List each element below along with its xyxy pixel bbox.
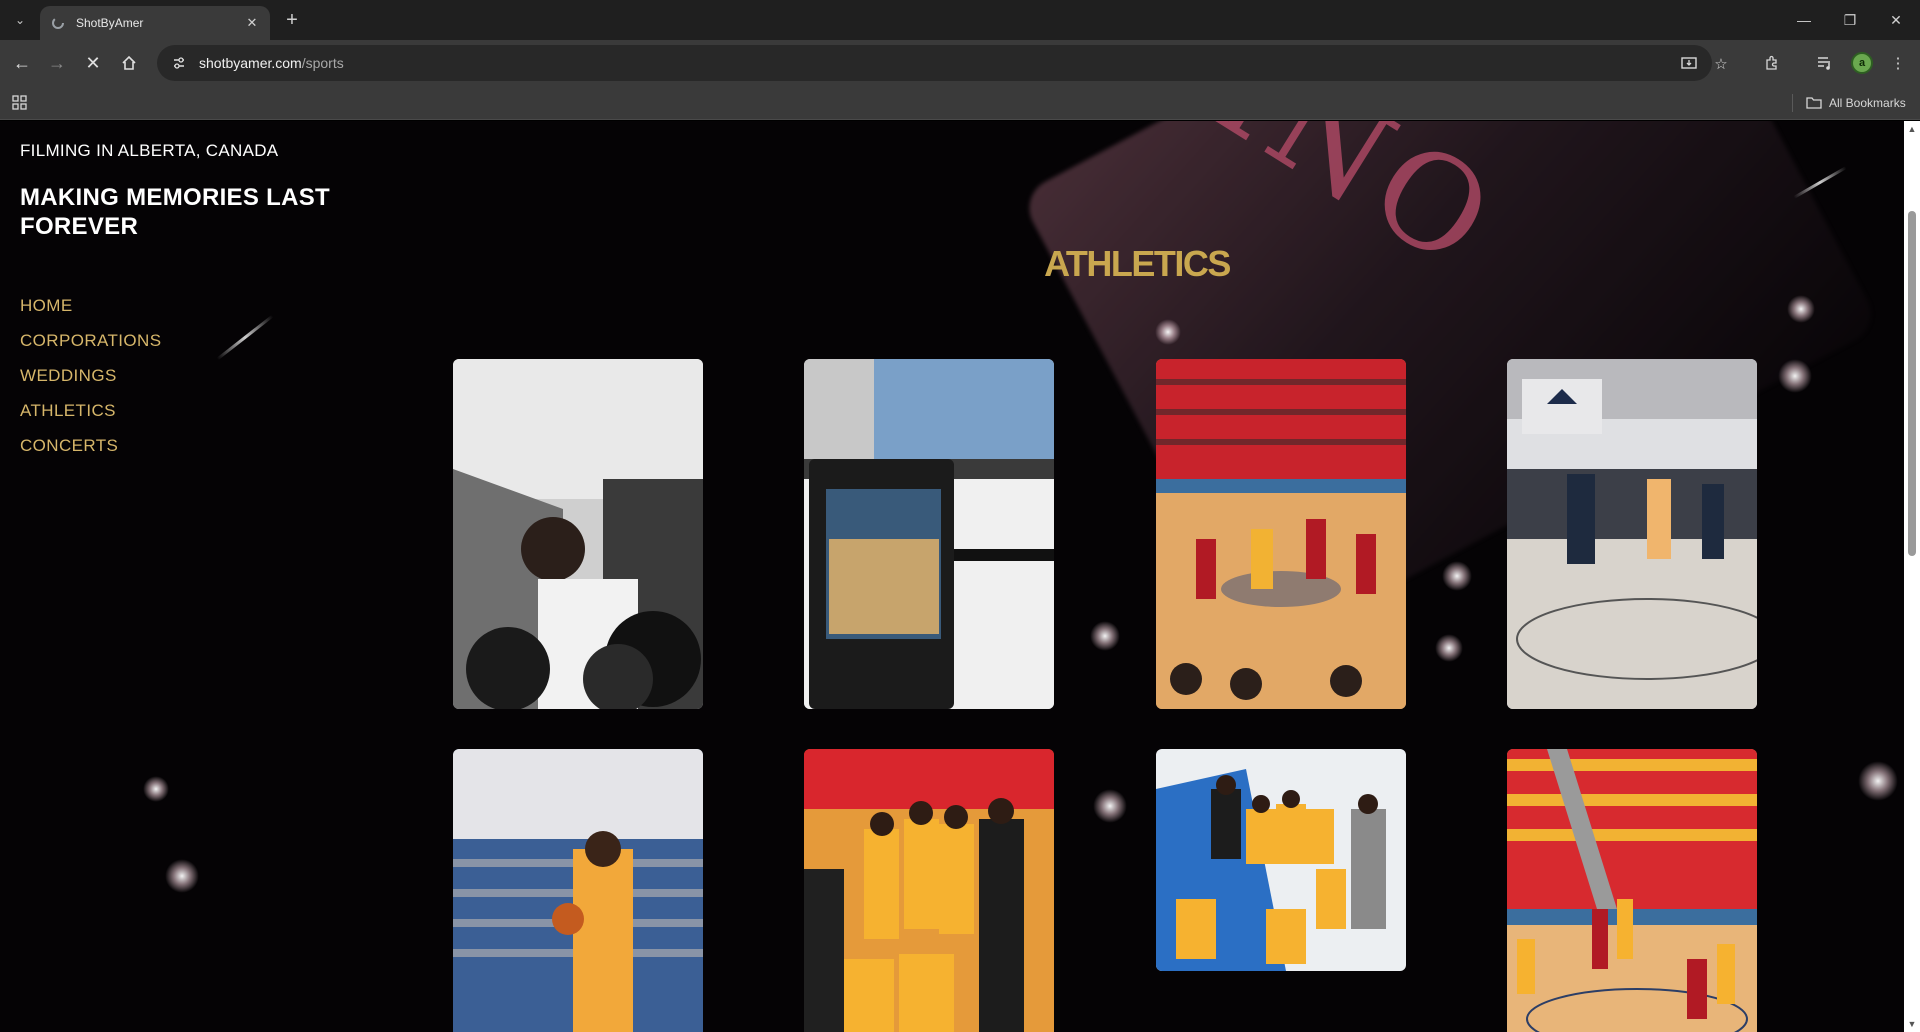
- gallery-photo-team-huddle-coach[interactable]: [804, 749, 1054, 1032]
- page-title: ATHLETICS: [1044, 243, 1231, 284]
- bokeh-light: [1858, 761, 1898, 801]
- gallery-photo-player-holding-ball[interactable]: [453, 749, 703, 1032]
- gallery-photo-basketball-game-red-seats[interactable]: [1156, 359, 1406, 709]
- close-window-button[interactable]: ✕: [1873, 0, 1919, 40]
- site-tagline: MAKING MEMORIES LAST FOREVER: [20, 184, 330, 240]
- gallery-photo-mount-royal-game[interactable]: [1507, 359, 1757, 709]
- restore-button[interactable]: ❐: [1827, 0, 1873, 40]
- address-bar[interactable]: shotbyamer.com/sports ☆: [157, 45, 1728, 81]
- scroll-up-arrow-icon[interactable]: ▲: [1907, 124, 1917, 134]
- site-nav: HOME CORPORATIONS WEDDINGS ATHLETICS CON…: [20, 296, 161, 471]
- bokeh-light: [1090, 621, 1120, 651]
- back-arrow-icon[interactable]: ←: [9, 50, 35, 76]
- tab-close-icon[interactable]: ✕: [244, 15, 260, 31]
- bookmark-star-icon[interactable]: ☆: [1712, 55, 1730, 73]
- all-bookmarks-button[interactable]: All Bookmarks: [1806, 94, 1906, 112]
- minimize-button[interactable]: —: [1781, 0, 1827, 40]
- install-app-icon[interactable]: [1680, 55, 1698, 73]
- nav-item-athletics[interactable]: ATHLETICS: [20, 401, 161, 436]
- tab-search-chevron-icon[interactable]: ⌄: [8, 8, 32, 32]
- gallery-photo-gym-athlete[interactable]: [453, 359, 703, 709]
- scrollbar-thumb[interactable]: [1908, 211, 1916, 556]
- scroll-down-arrow-icon[interactable]: ▼: [1907, 1019, 1917, 1029]
- browser-menu-icon[interactable]: ⋮: [1885, 50, 1911, 76]
- profile-avatar[interactable]: a: [1851, 52, 1873, 74]
- gallery-photo-laptop-editing[interactable]: [804, 359, 1054, 709]
- tab-title: ShotByAmer: [76, 16, 144, 30]
- site-info-icon[interactable]: [171, 55, 187, 71]
- media-controls-icon[interactable]: [1812, 50, 1838, 76]
- bokeh-light: [1778, 359, 1812, 393]
- bokeh-light: [165, 859, 199, 893]
- gallery-photo-team-huddle-overhead[interactable]: [1156, 749, 1406, 971]
- new-tab-button[interactable]: +: [280, 8, 304, 32]
- page-scrollbar[interactable]: ▲ ▼: [1904, 121, 1920, 1032]
- browser-tab-active[interactable]: ShotByAmer ✕: [40, 6, 270, 40]
- bookmarks-separator: [1792, 94, 1793, 112]
- bokeh-light: [1442, 561, 1472, 591]
- apps-grid-icon[interactable]: [12, 95, 28, 111]
- nav-item-corporations[interactable]: CORPORATIONS: [20, 331, 161, 366]
- extensions-puzzle-icon[interactable]: [1759, 50, 1785, 76]
- url-host: shotbyamer.com: [199, 55, 302, 71]
- bokeh-light: [1787, 295, 1815, 323]
- light-streak: [216, 314, 274, 361]
- browser-toolbar: ← → ✕ shotbyamer.com/sports ☆ a ⋮: [0, 40, 1920, 86]
- nav-item-home[interactable]: HOME: [20, 296, 161, 331]
- bokeh-light: [143, 776, 169, 802]
- nav-item-concerts[interactable]: CONCERTS: [20, 436, 161, 471]
- all-bookmarks-label: All Bookmarks: [1829, 96, 1906, 110]
- bokeh-light: [1093, 789, 1127, 823]
- home-icon[interactable]: [116, 50, 142, 76]
- bokeh-light: [1435, 634, 1463, 662]
- loading-favicon-icon: [50, 15, 66, 31]
- forward-arrow-icon[interactable]: →: [44, 50, 70, 76]
- gallery-photo-basketball-shot-arena[interactable]: [1507, 749, 1757, 1032]
- page-viewport: INO FILMING IN ALBERTA, CANADA MAKING ME…: [0, 121, 1920, 1032]
- folder-icon: [1806, 97, 1822, 109]
- stop-loading-icon[interactable]: ✕: [80, 50, 106, 76]
- browser-tab-strip: ⌄ ShotByAmer ✕ + — ❐ ✕: [0, 0, 1920, 40]
- location-text: FILMING IN ALBERTA, CANADA: [20, 141, 279, 160]
- url-path: /sports: [301, 55, 344, 71]
- bookmarks-bar: All Bookmarks: [0, 86, 1920, 120]
- bokeh-light: [1155, 319, 1181, 345]
- nav-item-weddings[interactable]: WEDDINGS: [20, 366, 161, 401]
